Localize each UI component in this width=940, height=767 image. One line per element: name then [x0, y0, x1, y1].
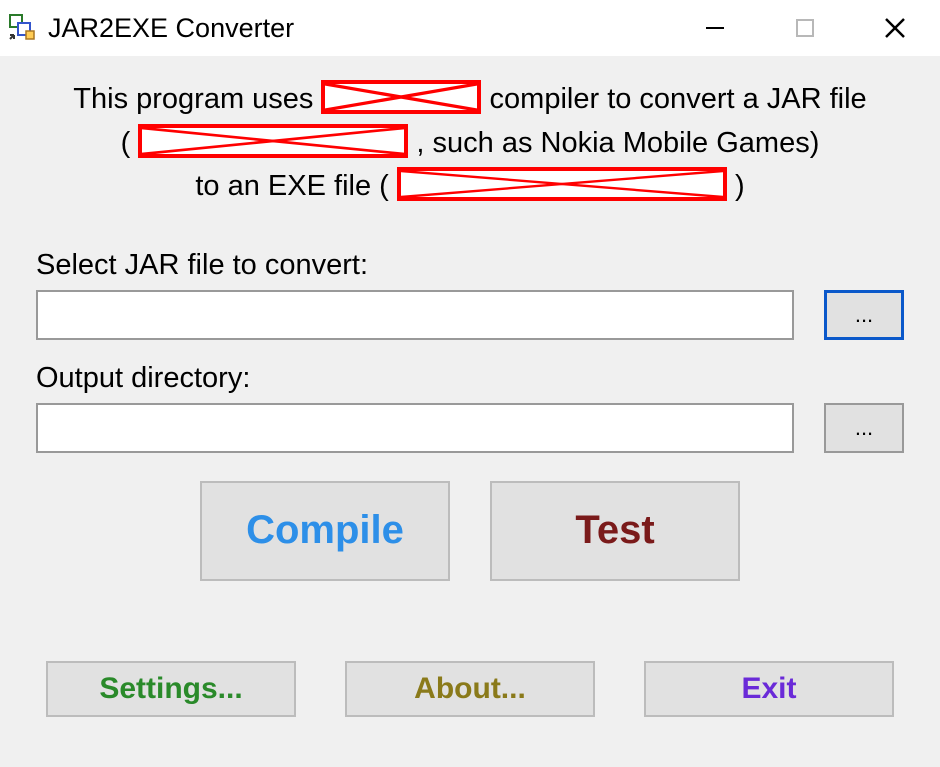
intro-part1: This program uses	[73, 83, 321, 115]
output-field-group: Output directory: ...	[36, 362, 904, 453]
about-button[interactable]: About...	[345, 661, 595, 717]
intro-part6: )	[735, 170, 745, 202]
jar-input[interactable]	[36, 290, 794, 340]
compile-button[interactable]: Compile	[200, 481, 450, 581]
bottom-buttons: Settings... About... Exit	[36, 661, 904, 717]
intro-text: This program uses compiler to convert a …	[36, 78, 904, 209]
intro-part3: (	[121, 127, 139, 159]
intro-part5: to an EXE file (	[195, 170, 397, 202]
jar-browse-button[interactable]: ...	[824, 290, 904, 340]
intro-part4: , such as Nokia Mobile Games)	[416, 127, 819, 159]
redacted-compiler-name	[321, 80, 481, 114]
titlebar: JAR2EXE Converter	[0, 0, 940, 56]
main-buttons: Compile Test	[36, 481, 904, 581]
minimize-button[interactable]	[670, 0, 760, 56]
intro-part2: compiler to convert a JAR file	[490, 83, 867, 115]
titlebar-left: JAR2EXE Converter	[8, 13, 294, 44]
redacted-jar-desc	[138, 124, 408, 158]
app-icon	[8, 13, 38, 43]
test-button[interactable]: Test	[490, 481, 740, 581]
maximize-button	[760, 0, 850, 56]
settings-button[interactable]: Settings...	[46, 661, 296, 717]
redacted-exe-desc	[397, 167, 727, 201]
exit-button[interactable]: Exit	[644, 661, 894, 717]
close-icon	[883, 16, 907, 40]
content-area: This program uses compiler to convert a …	[0, 56, 940, 741]
close-button[interactable]	[850, 0, 940, 56]
window-title: JAR2EXE Converter	[48, 13, 294, 44]
jar-label: Select JAR file to convert:	[36, 249, 904, 282]
output-label: Output directory:	[36, 362, 904, 395]
window-controls	[670, 0, 940, 56]
output-browse-button[interactable]: ...	[824, 403, 904, 453]
jar-field-group: Select JAR file to convert: ...	[36, 249, 904, 340]
maximize-icon	[795, 18, 815, 38]
output-input[interactable]	[36, 403, 794, 453]
minimize-icon	[704, 17, 726, 39]
